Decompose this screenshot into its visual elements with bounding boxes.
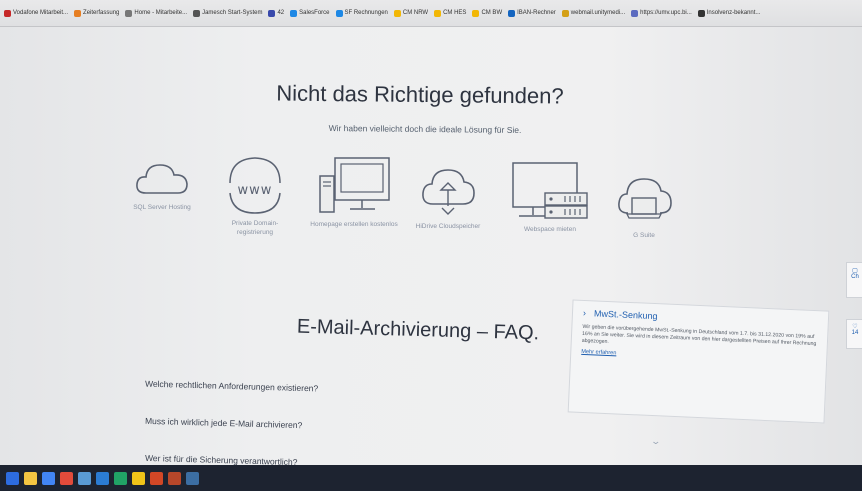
folder-icon[interactable] [24,471,37,485]
bookmark-item[interactable]: CM NRW [393,9,429,17]
bookmark-item[interactable]: Zeiterfassung [74,9,120,17]
product-label: Private Domain-registrierung [231,220,279,236]
faq-question[interactable]: Welche rechtlichen Anforderungen existie… [145,379,318,394]
chevron-down-icon[interactable]: ⌄ [650,436,661,447]
bookmark-favicon-icon [393,9,401,17]
monitor-server-icon [512,162,588,219]
faq-title: E-Mail-Archivierung – FAQ. [296,315,540,345]
bookmark-item[interactable]: Insolvenz-bekannt... [697,9,761,17]
product-card-hidrive[interactable]: HiDrive Cloudspeicher [412,162,484,231]
bookmark-favicon-icon [74,9,82,17]
faq-question[interactable]: Muss ich wirklich jede E-Mail archiviere… [145,416,303,430]
app-icon[interactable] [60,471,73,485]
notification-widget[interactable]: ♡ 14 [846,319,862,349]
bookmark-label: https://umv.upc.bi... [640,10,692,16]
app-icon[interactable] [132,471,145,485]
bookmark-label: SF Rechnungen [344,10,388,16]
bookmark-favicon-icon [434,9,442,17]
bookmark-label: Zeiterfassung [83,10,120,16]
notice-title: MwSt.-Senkung [593,308,658,322]
chevron-right-icon[interactable]: › [583,308,586,318]
bookmark-favicon-icon [631,9,639,17]
cloud-laptop-icon [618,178,672,219]
bookmark-label: 42 [277,10,285,16]
bookmark-favicon-icon [335,9,343,17]
bookmark-label: Home - Mitarbeite... [134,10,188,16]
powerpoint-icon[interactable] [150,471,163,485]
bookmark-item[interactable]: Home - Mitarbeite... [125,9,188,17]
bookmark-favicon-icon [4,9,11,17]
cloud-sync-icon [422,169,475,215]
bookmark-label: webmail.unitymedi... [570,10,626,16]
bookmark-item[interactable]: CM HES [434,9,467,17]
bookmark-label: Vodafone Mitarbeit... [13,10,69,16]
bookmark-label: Insolvenz-bekannt... [706,10,761,16]
bookmark-item[interactable]: webmail.unitymedi... [561,9,626,17]
outlook-icon[interactable] [96,471,109,485]
page-content: Nicht das Richtige gefunden? Wir haben v… [0,27,862,467]
bookmark-label: SalesForce [299,10,330,16]
bookmark-label: CM NRW [402,10,429,16]
bookmark-favicon-icon [561,9,569,17]
bookmark-label: CM HES [443,10,467,16]
product-card-gsuite[interactable]: G Suite [612,173,676,240]
bookmark-item[interactable]: Vodafone Mitarbeit... [4,9,69,17]
bookmark-item[interactable]: 42 [268,9,285,17]
product-label: HiDrive Cloudspeicher [415,223,481,230]
vat-reduction-notice: › MwSt.-Senkung Wir geben die vorübergeh… [567,299,830,424]
chat-widget[interactable]: ▢ Ch [846,262,862,298]
bookmark-favicon-icon [268,9,276,17]
section-title: Nicht das Richtige gefunden? [276,80,564,109]
section-subtitle: Wir haben vielleicht doch die ideale Lös… [328,122,522,136]
excel-icon[interactable] [114,471,127,485]
bookmark-favicon-icon [508,9,516,17]
product-label: Webspace mieten [524,226,576,233]
taskbar [0,465,862,491]
chrome-icon[interactable] [42,471,55,485]
app-icon[interactable] [78,471,91,485]
bookmark-item[interactable]: Jamesch Start-System [193,9,263,17]
bookmark-item[interactable]: IBAN-Rechner [508,9,556,17]
product-label: G Suite [633,232,655,239]
bookmark-item[interactable]: SF Rechnungen [335,9,388,17]
product-label: SQL Server Hosting [133,204,191,211]
bookmarks-bar: Vodafone Mitarbeit... Zeiterfassung Home -… [0,0,862,27]
bookmark-label: Jamesch Start-System [202,10,263,16]
www-globe-icon: www [229,157,281,214]
chat-icon: ▢ [852,268,858,274]
bookmark-favicon-icon [125,9,133,17]
bookmark-label: IBAN-Rechner [517,10,556,16]
app-icon[interactable] [186,471,199,485]
bookmark-label: CM BW [481,10,503,16]
product-label: Homepage erstellen kostenlos [310,221,398,228]
product-card-domain[interactable]: www Private Domain-registrierung [215,153,295,237]
product-card-webspace[interactable]: Webspace mieten [505,161,595,234]
cloud-icon [136,164,188,194]
bookmark-favicon-icon [193,9,201,17]
bookmark-item[interactable]: CM BW [472,9,503,17]
bookmark-item[interactable]: https://umv.upc.bi... [631,9,692,17]
product-card-homepage[interactable]: Homepage erstellen kostenlos [310,154,398,229]
bookmark-favicon-icon [472,9,480,17]
svg-text:www: www [238,183,273,198]
desktop-tower-icon [319,157,390,213]
bookmark-item[interactable]: SalesForce [290,9,330,17]
app-icon[interactable] [168,471,181,485]
heart-icon: ♡ [852,324,858,330]
product-card-sql-hosting[interactable]: SQL Server Hosting [122,159,202,212]
start-icon[interactable] [6,471,19,485]
bookmark-favicon-icon [697,9,705,17]
bookmark-favicon-icon [290,9,298,17]
